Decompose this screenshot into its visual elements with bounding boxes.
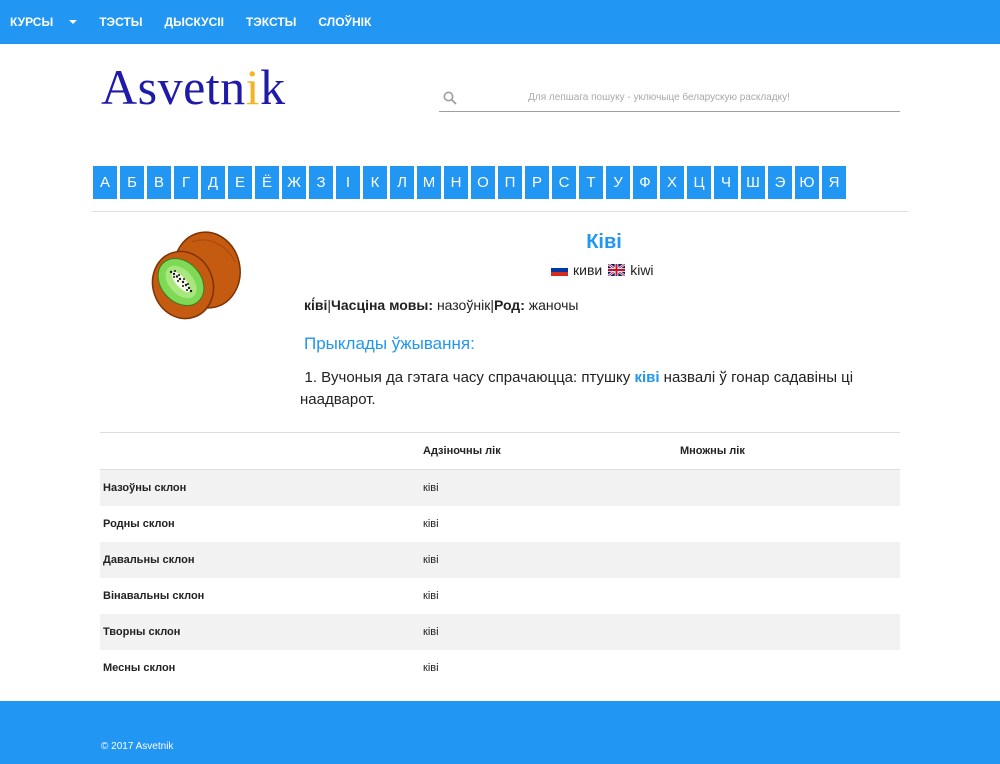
alphabet-letter[interactable]: К bbox=[363, 166, 387, 199]
site-logo[interactable]: Asvetnik bbox=[101, 58, 286, 116]
nav-item-discussions[interactable]: ДЫСКУСІІ bbox=[165, 15, 224, 29]
table-header bbox=[100, 432, 423, 470]
alphabet-letter[interactable]: Ч bbox=[714, 166, 738, 199]
singular-form: ківі bbox=[423, 613, 680, 650]
alphabet-letter[interactable]: С bbox=[552, 166, 576, 199]
plural-form bbox=[680, 650, 900, 686]
declension-table: Адзіночны лік Множны лік Назоўны склон кі… bbox=[100, 432, 900, 686]
examples-title: Прыклады ўжывання: bbox=[304, 334, 475, 353]
divider bbox=[92, 211, 908, 212]
case-name: Месны склон bbox=[103, 661, 176, 674]
example-number: 1. bbox=[304, 369, 317, 386]
case-name: Давальны склон bbox=[100, 541, 423, 578]
case-name: Творны склон bbox=[100, 613, 423, 650]
table-row: Вінавальны склон ківі bbox=[100, 578, 900, 614]
singular-form: ківі bbox=[423, 661, 439, 674]
nav-item-tests[interactable]: ТЭСТЫ bbox=[99, 15, 142, 29]
plural-form bbox=[680, 613, 900, 650]
alphabet-letter[interactable]: Е bbox=[228, 166, 252, 199]
uk-flag-icon bbox=[608, 264, 626, 276]
gender-label: Род: bbox=[493, 297, 525, 313]
alphabet-letter[interactable]: Т bbox=[579, 166, 603, 199]
alphabet-letter[interactable]: Ф bbox=[633, 166, 657, 199]
alphabet-bar: АБВГДЕЁЖЗІКЛМНОПРСТУФХЦЧШЭЮЯ bbox=[93, 166, 849, 199]
alphabet-letter[interactable]: Ш bbox=[741, 166, 765, 199]
case-name: Родны склон bbox=[103, 517, 175, 530]
alphabet-letter[interactable]: А bbox=[93, 166, 117, 199]
table-header: Множны лік bbox=[680, 432, 900, 470]
alphabet-letter[interactable]: Э bbox=[768, 166, 792, 199]
alphabet-letter[interactable]: В bbox=[147, 166, 171, 199]
plural-form bbox=[680, 541, 900, 578]
table-row: Назоўны склон ківі bbox=[100, 469, 900, 506]
search-icon bbox=[443, 91, 457, 104]
nav-item-dictionary[interactable]: СЛОЎНІК bbox=[318, 15, 371, 29]
singular-form: ківі bbox=[423, 517, 439, 530]
pos-value: назоўнік bbox=[436, 297, 491, 313]
stressed-word: кі́ві bbox=[304, 297, 328, 313]
alphabet-letter[interactable]: Ё bbox=[255, 166, 279, 199]
example-text-before: Вучоныя да гэтага часу спрачаюцца: птушк… bbox=[321, 369, 635, 386]
alphabet-letter[interactable]: І bbox=[336, 166, 360, 199]
alphabet-letter[interactable]: Ц bbox=[687, 166, 711, 199]
singular-form: ківі bbox=[423, 541, 680, 578]
table-header: Адзіночны лік bbox=[423, 432, 680, 470]
singular-form: ківі bbox=[423, 469, 680, 506]
logo-accent-letter: i bbox=[245, 59, 261, 115]
translations: киви kiwi bbox=[551, 262, 660, 278]
nav-item-texts[interactable]: ТЭКСТЫ bbox=[246, 15, 296, 29]
translation-ru: киви bbox=[573, 262, 603, 278]
nav-item-label: КУРСЫ bbox=[10, 15, 54, 29]
case-name: Назоўны склон bbox=[100, 469, 423, 506]
alphabet-letter[interactable]: З bbox=[309, 166, 333, 199]
examples-list: 1. Вучоныя да гэтага часу спрачаюцца: пт… bbox=[300, 367, 870, 411]
word-meta: кі́ві|Часціна мовы: назоўнік|Род: жаночы bbox=[304, 297, 578, 313]
pos-label: Часціна мовы: bbox=[331, 297, 434, 313]
example-highlight: ківі bbox=[634, 369, 660, 386]
alphabet-letter[interactable]: Ю bbox=[795, 166, 819, 199]
alphabet-letter[interactable]: Г bbox=[174, 166, 198, 199]
alphabet-letter[interactable]: Д bbox=[201, 166, 225, 199]
table-row: Давальны склон ківі bbox=[100, 541, 900, 578]
alphabet-letter[interactable]: Б bbox=[120, 166, 144, 199]
case-name: Вінавальны склон bbox=[103, 589, 205, 602]
plural-form bbox=[680, 506, 900, 542]
table-header-row: Адзіночны лік Множны лік bbox=[100, 432, 900, 470]
alphabet-letter[interactable]: Ж bbox=[282, 166, 306, 199]
alphabet-letter[interactable]: М bbox=[417, 166, 441, 199]
footer: © 2017 Asvetnik bbox=[0, 701, 1000, 764]
singular-form: ківі bbox=[423, 589, 439, 602]
caret-down-icon[interactable] bbox=[69, 20, 78, 24]
search-input[interactable] bbox=[458, 92, 900, 103]
word-title: Ківі bbox=[586, 231, 622, 253]
alphabet-letter[interactable]: Л bbox=[390, 166, 414, 199]
plural-form bbox=[680, 578, 900, 614]
copyright: © 2017 Asvetnik bbox=[101, 741, 174, 752]
table-row: Месны склон ківі bbox=[100, 650, 900, 686]
alphabet-letter[interactable]: У bbox=[606, 166, 630, 199]
nav-item-courses[interactable]: КУРСЫ bbox=[10, 15, 78, 29]
logo-text: Asvetn bbox=[101, 59, 246, 115]
kiwi-illustration bbox=[151, 231, 241, 320]
table-row: Творны склон ківі bbox=[100, 613, 900, 650]
alphabet-letter[interactable]: Н bbox=[444, 166, 468, 199]
alphabet-letter[interactable]: Я bbox=[822, 166, 846, 199]
logo-text-end: k bbox=[260, 59, 286, 115]
alphabet-letter[interactable]: О bbox=[471, 166, 495, 199]
example-item: 1. Вучоныя да гэтага часу спрачаюцца: пт… bbox=[300, 367, 870, 411]
table-row: Родны склон ківі bbox=[100, 506, 900, 542]
gender-value: жаночы bbox=[528, 297, 579, 313]
search-bar bbox=[439, 84, 900, 112]
russian-flag-icon bbox=[551, 264, 568, 276]
alphabet-letter[interactable]: Х bbox=[660, 166, 684, 199]
alphabet-letter[interactable]: П bbox=[498, 166, 522, 199]
plural-form bbox=[680, 469, 900, 506]
top-navbar: КУРСЫ ТЭСТЫ ДЫСКУСІІ ТЭКСТЫ СЛОЎНІК bbox=[0, 0, 1000, 44]
alphabet-letter[interactable]: Р bbox=[525, 166, 549, 199]
translation-en: kiwi bbox=[630, 262, 654, 278]
